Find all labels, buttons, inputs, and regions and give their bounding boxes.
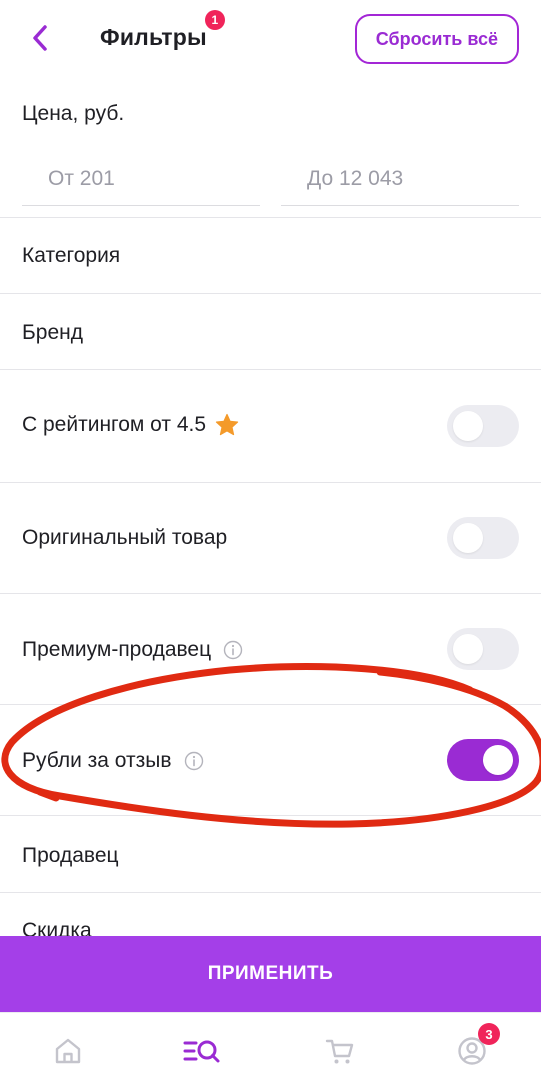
original-label: Оригинальный товар [22,526,228,549]
title-wrap: Фильтры 1 [100,10,225,51]
rubles-for-review-toggle[interactable] [447,739,519,781]
page-title: Фильтры [100,24,207,50]
discount-row[interactable]: Скидка [0,893,541,936]
cart-icon [325,1039,354,1064]
rubles-for-review-label: Рубли за отзыв [22,749,172,772]
seller-row[interactable]: Продавец [0,816,541,892]
rating-row: С рейтингом от 4.5 [0,370,541,482]
category-label: Категория [22,244,121,267]
tab-catalog[interactable] [182,1031,222,1071]
price-label: Цена, руб. [22,102,125,125]
seller-label: Продавец [22,844,119,867]
toggle-knob [453,523,483,553]
home-icon [55,1038,81,1064]
chevron-left-icon [33,25,47,51]
original-row: Оригинальный товар [0,483,541,593]
brand-label: Бренд [22,321,83,344]
category-row[interactable]: Категория [0,218,541,293]
original-toggle[interactable] [447,517,519,559]
tab-home[interactable] [48,1031,88,1071]
toggle-knob [453,634,483,664]
rubles-for-review-row: Рубли за отзыв [0,705,541,815]
rating-toggle[interactable] [447,405,519,447]
back-button[interactable] [22,20,58,56]
discount-label: Скидка [22,919,92,936]
star-icon [214,412,240,438]
tab-cart[interactable] [320,1031,360,1071]
apply-button[interactable]: ПРИМЕНИТЬ [0,936,541,1012]
brand-row[interactable]: Бренд [0,294,541,369]
header: Фильтры 1 Сбросить всё [0,0,541,84]
info-icon[interactable] [184,751,204,771]
premium-seller-row: Премиум-продавец [0,594,541,704]
tab-profile[interactable]: 3 [452,1023,500,1071]
bottom-tab-bar: 3 [0,1012,541,1080]
info-icon[interactable] [223,640,243,660]
rating-label-wrap: С рейтингом от 4.5 [22,412,240,438]
filter-count-badge: 1 [204,10,225,30]
premium-seller-toggle[interactable] [447,628,519,670]
catalog-search-icon [183,1040,220,1063]
toggle-knob [453,411,483,441]
rubles-for-review-label-wrap: Рубли за отзыв [22,749,204,773]
rating-label: С рейтингом от 4.5 [22,413,207,436]
premium-seller-label: Премиум-продавец [22,638,212,661]
premium-seller-label-wrap: Премиум-продавец [22,638,243,662]
price-to-input[interactable] [281,152,519,206]
profile-notification-badge: 3 [478,1023,500,1045]
toggle-knob [483,745,513,775]
reset-all-button[interactable]: Сбросить всё [354,14,519,64]
price-from-input[interactable] [22,152,260,206]
